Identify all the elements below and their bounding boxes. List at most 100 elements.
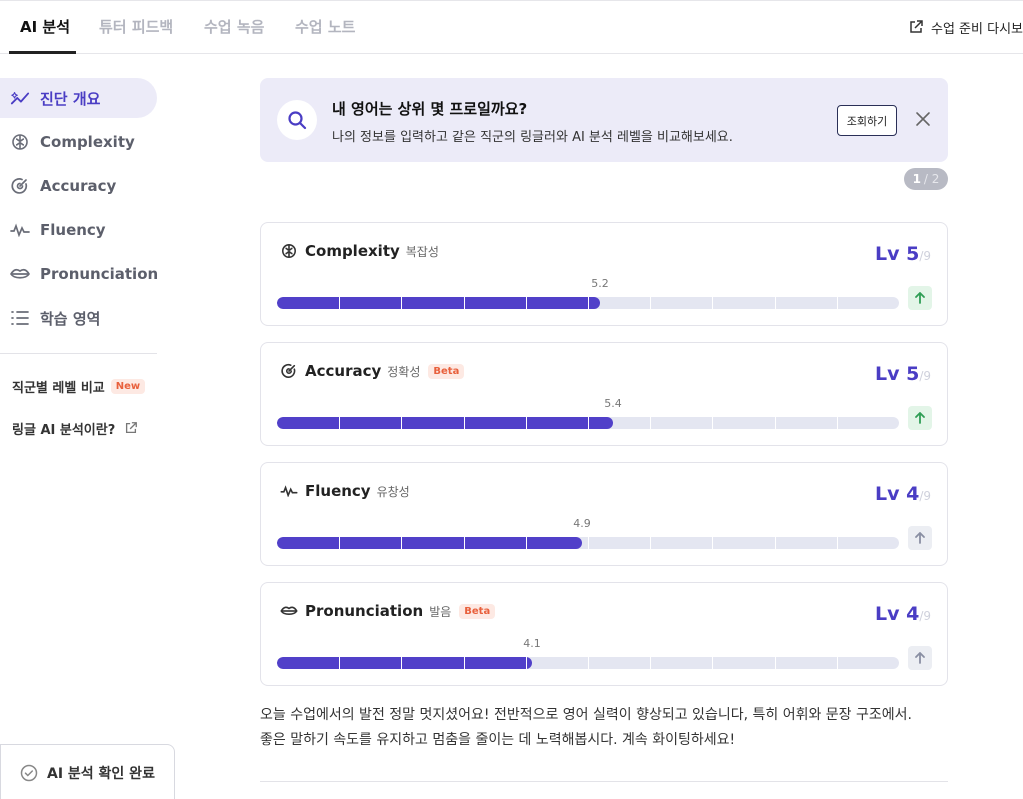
ringle-ai-info-link[interactable]: 링글 AI 분석이란?	[12, 418, 141, 438]
tab-tutor-feedback[interactable]: 튜터 피드백	[99, 16, 173, 37]
brain-icon	[279, 241, 299, 261]
progress-segment-divider	[588, 537, 589, 549]
metric-value-label: 5.2	[591, 277, 609, 290]
progress-segment-divider	[401, 537, 402, 549]
new-badge: New	[110, 379, 146, 394]
tab-class-notes[interactable]: 수업 노트	[295, 16, 355, 37]
summary-line: 좋은 말하기 속도를 유지하고 멈춤을 줄이는 데 노력해봅시다. 계속 화이팅…	[260, 732, 736, 748]
progress-segment-divider	[339, 417, 340, 429]
trend-icon	[10, 88, 30, 108]
metric-progress-fill	[277, 537, 582, 549]
level-value: Lv 5	[874, 363, 920, 385]
progress-segment-divider	[775, 537, 776, 549]
metric-progress-fill	[277, 657, 532, 669]
progress-segment-divider	[712, 537, 713, 549]
progress-segment-divider	[650, 297, 651, 309]
progress-segment-divider	[339, 657, 340, 669]
progress-segment-divider	[464, 297, 465, 309]
confirm-label: AI 분석 확인 완료	[47, 766, 155, 782]
sidebar-item-label: Pronunciation	[40, 265, 159, 283]
progress-segment-divider	[401, 297, 402, 309]
beta-badge: Beta	[428, 363, 465, 379]
metric-card-fluency: Fluency 유창성 Lv 4/9 4.9	[260, 462, 948, 566]
metric-value-label: 5.4	[604, 397, 622, 410]
trend-neutral-icon	[908, 526, 932, 550]
check-circle-icon	[19, 763, 39, 783]
job-level-compare-link[interactable]: 직군별 레벨 비교 New	[12, 377, 146, 396]
external-link-icon	[121, 418, 141, 438]
sidebar-item-fluency[interactable]: Fluency	[0, 210, 157, 250]
level-value: Lv 5	[874, 243, 920, 265]
level-max: /9	[919, 489, 931, 503]
metric-name: Pronunciation	[305, 602, 424, 620]
progress-segment-divider	[775, 297, 776, 309]
progress-segment-divider	[588, 657, 589, 669]
ringle-ai-info-label: 링글 AI 분석이란?	[12, 422, 116, 438]
sidebar-item-label: Complexity	[40, 133, 135, 151]
close-icon[interactable]	[912, 108, 934, 130]
metric-name-ko: 복잡성	[405, 244, 439, 259]
tab-class-recording[interactable]: 수업 녹음	[204, 16, 264, 37]
metric-progress-track	[277, 417, 899, 429]
level-max: /9	[919, 369, 931, 383]
metric-name: Accuracy	[305, 362, 382, 380]
metric-progress-track	[277, 537, 899, 549]
top-tab-bar: AI 분석 튜터 피드백 수업 녹음 수업 노트 수업 준비 다시보	[0, 0, 1023, 54]
level-value: Lv 4	[874, 603, 920, 625]
sidebar-item-complexity[interactable]: Complexity	[0, 122, 157, 162]
sidebar-item-study-areas[interactable]: 학습 영역	[0, 298, 157, 338]
progress-segment-divider	[526, 537, 527, 549]
job-level-compare-label: 직군별 레벨 비교	[12, 381, 105, 396]
banner-subtitle: 나의 정보를 입력하고 같은 직군의 링글러와 AI 분석 레벨을 비교해보세요…	[332, 130, 733, 145]
tab-ai-analysis[interactable]: AI 분석	[20, 16, 70, 37]
progress-segment-divider	[775, 417, 776, 429]
sidebar-item-overview[interactable]: 진단 개요	[0, 78, 157, 118]
lookup-button[interactable]: 조회하기	[837, 105, 897, 136]
level-max: /9	[919, 249, 931, 263]
metric-level: Lv 4/9	[875, 483, 931, 505]
section-divider	[260, 781, 948, 782]
trend-up-icon	[908, 286, 932, 310]
progress-segment-divider	[464, 417, 465, 429]
progress-segment-divider	[464, 657, 465, 669]
external-link-icon	[906, 17, 926, 37]
progress-segment-divider	[775, 657, 776, 669]
metric-progress-track	[277, 657, 899, 669]
metric-name: Fluency	[305, 482, 371, 500]
progress-segment-divider	[837, 657, 838, 669]
progress-segment-divider	[650, 417, 651, 429]
metric-progress-fill	[277, 297, 600, 309]
sidebar-item-label: Accuracy	[40, 177, 117, 195]
sidebar-item-pronunciation[interactable]: Pronunciation	[0, 254, 159, 294]
progress-segment-divider	[712, 297, 713, 309]
metric-progress-fill	[277, 417, 613, 429]
summary-line: 오늘 수업에서의 발전 정말 멋지셨어요! 전반적으로 영어 실력이 향상되고 …	[260, 707, 912, 723]
progress-segment-divider	[339, 297, 340, 309]
list-icon	[10, 308, 30, 328]
progress-segment-divider	[837, 297, 838, 309]
sidebar-item-accuracy[interactable]: Accuracy	[0, 166, 157, 206]
wave-icon	[279, 481, 299, 501]
percentile-banner: 내 영어는 상위 몇 프로일까요? 나의 정보를 입력하고 같은 직군의 링글러…	[260, 78, 948, 162]
pager-total: / 2	[923, 172, 940, 186]
level-max: /9	[919, 609, 931, 623]
progress-segment-divider	[464, 537, 465, 549]
progress-segment-divider	[526, 417, 527, 429]
progress-segment-divider	[526, 297, 527, 309]
review-prep-label: 수업 준비 다시보	[931, 21, 1023, 37]
pager-current: 1	[912, 172, 921, 186]
progress-segment-divider	[837, 417, 838, 429]
metric-name-ko: 발음	[429, 604, 452, 619]
progress-segment-divider	[837, 537, 838, 549]
search-icon	[277, 100, 317, 140]
trend-up-icon	[908, 406, 932, 430]
beta-badge: Beta	[459, 603, 496, 619]
sidebar-divider	[0, 353, 157, 354]
banner-title: 내 영어는 상위 몇 프로일까요?	[332, 100, 528, 118]
review-prep-link[interactable]: 수업 준비 다시보	[906, 17, 1023, 37]
metric-name-ko: 유창성	[376, 484, 410, 499]
progress-segment-divider	[588, 297, 589, 309]
lips-icon	[279, 601, 299, 621]
confirm-analysis-button[interactable]: AI 분석 확인 완료	[0, 744, 175, 799]
metric-progress-track	[277, 297, 899, 309]
